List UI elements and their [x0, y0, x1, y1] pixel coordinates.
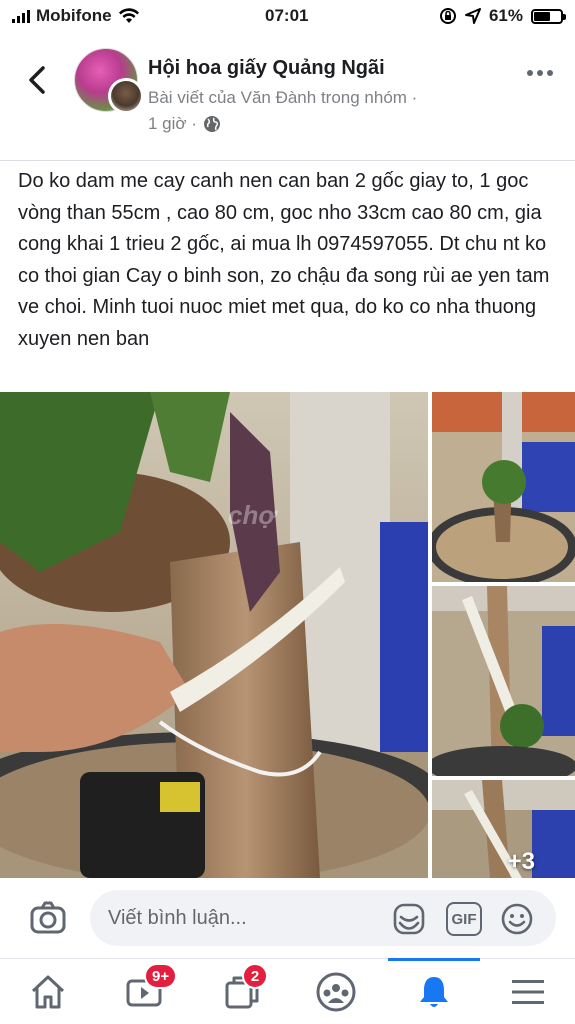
post-text: Do ko dam me cay canh nen can ban 2 gốc … [18, 170, 550, 350]
carrier-label: Mobifone [36, 6, 112, 25]
more-icon [527, 70, 533, 76]
comment-bar: Viết bình luận... GIF [0, 880, 575, 956]
post-header: Hội hoa giấy Quảng Ngãi Bài viết của Văn… [0, 40, 575, 146]
battery-icon [531, 8, 566, 24]
status-bar-left: Mobifone [12, 6, 140, 26]
user-avatar[interactable] [108, 78, 144, 114]
status-bar: Mobifone 07:01 61% [0, 0, 575, 32]
camera-button[interactable] [28, 898, 68, 938]
tab-community[interactable] [290, 959, 382, 1024]
post-meta: 1 giờ · [148, 114, 221, 134]
battery-percent: 61% [488, 6, 523, 25]
more-options-button[interactable] [527, 70, 553, 76]
signal-icon [12, 9, 30, 23]
watch-badge: 9+ [144, 963, 178, 989]
comment-placeholder: Viết bình luận... [108, 907, 247, 929]
tab-notifications[interactable] [388, 958, 480, 1024]
watermark: chợ [228, 500, 276, 530]
header-divider [0, 160, 575, 161]
photo-grid: chợ +3 [0, 392, 575, 878]
location-icon [464, 8, 481, 24]
post-timestamp[interactable]: 1 giờ · [148, 114, 197, 134]
chevron-left-icon [29, 66, 45, 94]
status-bar-right: 61% [439, 6, 566, 26]
battery-level [534, 11, 550, 21]
gif-button[interactable]: GIF [446, 902, 482, 936]
community-icon [316, 972, 356, 1012]
photo-thumb-2-image [432, 586, 575, 776]
rotation-lock-icon [439, 8, 456, 24]
camera-icon [30, 901, 66, 934]
emoji-icon[interactable] [500, 902, 534, 936]
more-photos-count: +3 [507, 848, 535, 875]
photo-main[interactable]: chợ [0, 392, 428, 878]
photo-thumb-1-image [432, 392, 575, 582]
comment-input[interactable]: Viết bình luận... GIF [90, 890, 556, 946]
gif-label: GIF [451, 910, 477, 928]
home-icon [31, 975, 65, 1009]
post-author-line[interactable]: Bài viết của Văn Đành trong nhóm · [148, 88, 417, 108]
tab-watch[interactable]: 9+ [98, 959, 190, 1024]
photo-thumb-1[interactable] [432, 392, 575, 582]
tab-groups[interactable]: 2 [196, 959, 288, 1024]
photo-thumb-2[interactable] [432, 586, 575, 776]
tab-menu[interactable] [482, 959, 574, 1024]
globe-icon [203, 116, 220, 132]
wifi-icon [118, 8, 139, 23]
photo-main-image [0, 392, 428, 878]
group-name[interactable]: Hội hoa giấy Quảng Ngãi [148, 57, 385, 80]
clock: 07:01 [265, 6, 309, 25]
bottom-nav: 9+ 2 [0, 958, 575, 1024]
group-avatar-link[interactable] [74, 48, 144, 114]
back-button[interactable] [22, 62, 52, 98]
sticker-icon[interactable] [392, 902, 426, 936]
photo-thumb-3-image [432, 780, 575, 878]
photo-thumb-3[interactable]: +3 [432, 780, 575, 878]
groups-badge: 2 [242, 963, 268, 989]
menu-icon [512, 980, 544, 1004]
tab-home[interactable] [2, 959, 94, 1024]
bell-icon [420, 977, 448, 1007]
